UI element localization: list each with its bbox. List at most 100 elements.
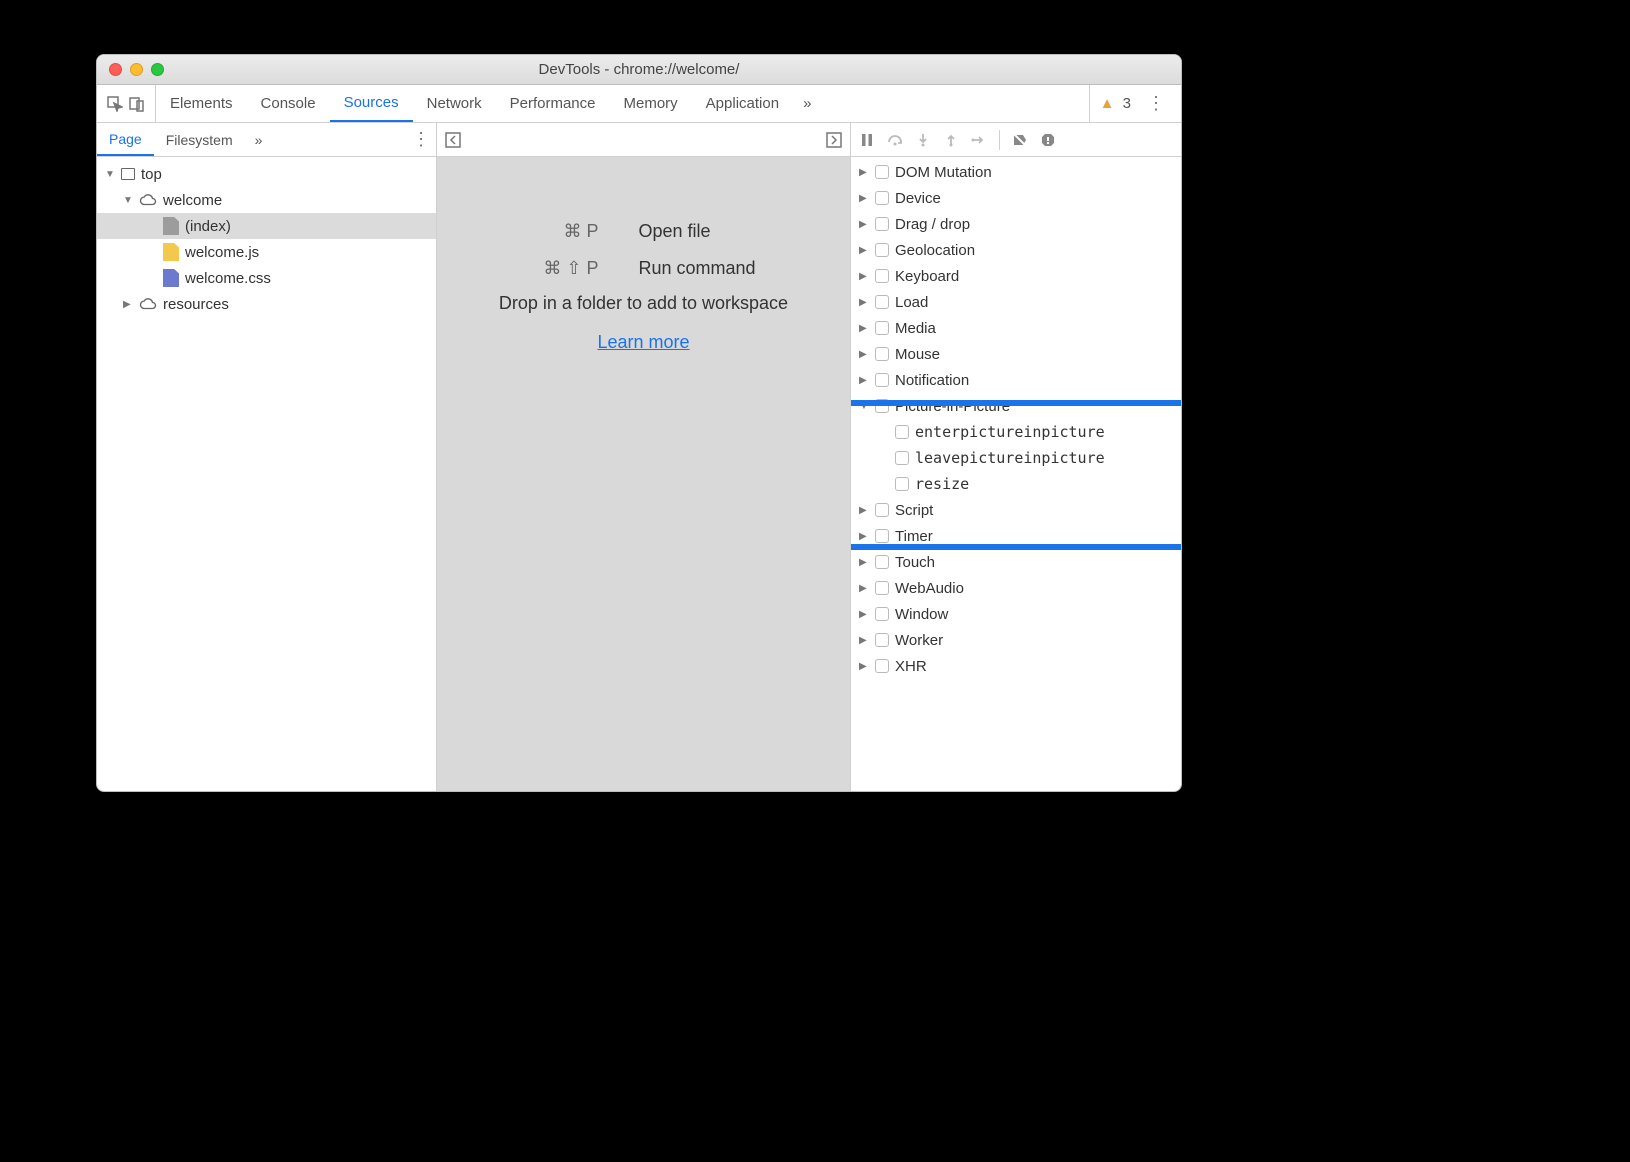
category-checkbox[interactable] xyxy=(875,269,889,283)
category-checkbox[interactable] xyxy=(875,165,889,179)
tab-console[interactable]: Console xyxy=(247,85,330,122)
navigator-tabs-overflow[interactable]: » xyxy=(245,132,273,148)
breakpoint-item[interactable]: resize xyxy=(851,471,1181,497)
category-checkbox[interactable] xyxy=(875,399,889,413)
settings-kebab-icon[interactable]: ⋮ xyxy=(1141,93,1171,114)
step-over-icon[interactable] xyxy=(887,132,903,148)
item-checkbox[interactable] xyxy=(895,451,909,465)
category-checkbox[interactable] xyxy=(875,321,889,335)
chevron-right-icon: ▶ xyxy=(859,609,869,620)
step-into-icon[interactable] xyxy=(915,132,931,148)
show-navigator-icon[interactable] xyxy=(445,132,461,148)
category-checkbox[interactable] xyxy=(875,295,889,309)
category-checkbox[interactable] xyxy=(875,555,889,569)
breakpoint-category[interactable]: ▶Geolocation xyxy=(851,237,1181,263)
tree-file-welcome-css[interactable]: welcome.css xyxy=(97,265,436,291)
item-label: resize xyxy=(915,475,969,493)
tab-sources[interactable]: Sources xyxy=(330,85,413,122)
category-checkbox[interactable] xyxy=(875,529,889,543)
item-checkbox[interactable] xyxy=(895,477,909,491)
breakpoint-category[interactable]: ▶Timer xyxy=(851,523,1181,549)
category-checkbox[interactable] xyxy=(875,191,889,205)
tree-file-welcome-js[interactable]: welcome.js xyxy=(97,239,436,265)
chevron-down-icon: ▼ xyxy=(859,401,869,412)
navigator-tab-filesystem[interactable]: Filesystem xyxy=(154,123,245,156)
debugger-panel: ▶DOM Mutation▶Device▶Drag / drop▶Geoloca… xyxy=(851,123,1181,791)
file-tree[interactable]: ▼ top ▼ welcome (index) welcom xyxy=(97,157,436,791)
category-label: Notification xyxy=(895,372,969,389)
breakpoint-category[interactable]: ▶Device xyxy=(851,185,1181,211)
tree-node-resources[interactable]: ▶ resources xyxy=(97,291,436,317)
category-checkbox[interactable] xyxy=(875,633,889,647)
tab-network[interactable]: Network xyxy=(413,85,496,122)
window-title: DevTools - chrome://welcome/ xyxy=(97,61,1181,78)
category-checkbox[interactable] xyxy=(875,659,889,673)
deactivate-breakpoints-icon[interactable] xyxy=(1012,132,1028,148)
file-icon xyxy=(163,217,179,235)
item-label: enterpictureinpicture xyxy=(915,423,1105,441)
cloud-icon xyxy=(139,298,157,310)
step-icon[interactable] xyxy=(971,132,987,148)
breakpoint-category[interactable]: ▶Notification xyxy=(851,367,1181,393)
tabs-overflow[interactable]: » xyxy=(793,95,821,112)
category-label: Device xyxy=(895,190,941,207)
event-listener-breakpoints[interactable]: ▶DOM Mutation▶Device▶Drag / drop▶Geoloca… xyxy=(851,157,1181,791)
navigator-kebab-icon[interactable]: ⋮ xyxy=(406,129,436,150)
breakpoint-category[interactable]: ▶Window xyxy=(851,601,1181,627)
shortcut-action: Open file xyxy=(639,221,799,242)
breakpoint-category[interactable]: ▶Worker xyxy=(851,627,1181,653)
tree-node-top[interactable]: ▼ top xyxy=(97,161,436,187)
tree-label: resources xyxy=(163,296,229,313)
tree-file-index[interactable]: (index) xyxy=(97,213,436,239)
debugger-toolbar xyxy=(851,123,1181,157)
category-label: Drag / drop xyxy=(895,216,970,233)
css-file-icon xyxy=(163,269,179,287)
device-toolbar-icon[interactable] xyxy=(129,96,145,112)
step-out-icon[interactable] xyxy=(943,132,959,148)
tab-application[interactable]: Application xyxy=(692,85,793,122)
category-label: XHR xyxy=(895,658,927,675)
category-checkbox[interactable] xyxy=(875,503,889,517)
navigator-tab-page[interactable]: Page xyxy=(97,123,154,156)
breakpoint-category[interactable]: ▶Mouse xyxy=(851,341,1181,367)
show-debugger-icon[interactable] xyxy=(826,132,842,148)
breakpoint-category[interactable]: ▶Touch xyxy=(851,549,1181,575)
main-toolbar: Elements Console Sources Network Perform… xyxy=(97,85,1181,123)
chevron-right-icon: ▶ xyxy=(859,661,869,672)
inspect-element-icon[interactable] xyxy=(107,96,123,112)
breakpoint-category[interactable]: ▶WebAudio xyxy=(851,575,1181,601)
main-area: Page Filesystem » ⋮ ▼ top ▼ welcome xyxy=(97,123,1181,791)
chevron-right-icon: ▶ xyxy=(859,531,869,542)
category-checkbox[interactable] xyxy=(875,347,889,361)
category-checkbox[interactable] xyxy=(875,607,889,621)
breakpoint-category[interactable]: ▶DOM Mutation xyxy=(851,159,1181,185)
category-checkbox[interactable] xyxy=(875,243,889,257)
workspace-hint: Drop in a folder to add to workspace xyxy=(499,293,788,314)
breakpoint-category[interactable]: ▶Script xyxy=(851,497,1181,523)
category-checkbox[interactable] xyxy=(875,217,889,231)
shortcut-keys: ⌘ P xyxy=(489,221,599,242)
tab-elements[interactable]: Elements xyxy=(156,85,247,122)
item-checkbox[interactable] xyxy=(895,425,909,439)
tab-performance[interactable]: Performance xyxy=(496,85,610,122)
breakpoint-category[interactable]: ▶ XHR xyxy=(851,653,1181,679)
learn-more-link[interactable]: Learn more xyxy=(597,332,689,353)
breakpoint-category[interactable]: ▼Picture-in-Picture xyxy=(851,393,1181,419)
chevron-right-icon: ▶ xyxy=(859,505,869,516)
breakpoint-category[interactable]: ▶Drag / drop xyxy=(851,211,1181,237)
tree-node-welcome[interactable]: ▼ welcome xyxy=(97,187,436,213)
pause-on-exceptions-icon[interactable] xyxy=(1040,132,1056,148)
category-checkbox[interactable] xyxy=(875,581,889,595)
breakpoint-item[interactable]: enterpictureinpicture xyxy=(851,419,1181,445)
navigator-tabs: Page Filesystem » ⋮ xyxy=(97,123,436,157)
warnings-indicator[interactable]: ▲ 3 xyxy=(1100,95,1131,112)
tab-memory[interactable]: Memory xyxy=(610,85,692,122)
pause-icon[interactable] xyxy=(859,132,875,148)
breakpoint-category[interactable]: ▶Keyboard xyxy=(851,263,1181,289)
breakpoint-item[interactable]: leavepictureinpicture xyxy=(851,445,1181,471)
chevron-down-icon: ▼ xyxy=(105,169,115,180)
category-checkbox[interactable] xyxy=(875,373,889,387)
breakpoint-category[interactable]: ▶Load xyxy=(851,289,1181,315)
shortcut-keys: ⌘ ⇧ P xyxy=(489,258,599,279)
breakpoint-category[interactable]: ▶Media xyxy=(851,315,1181,341)
